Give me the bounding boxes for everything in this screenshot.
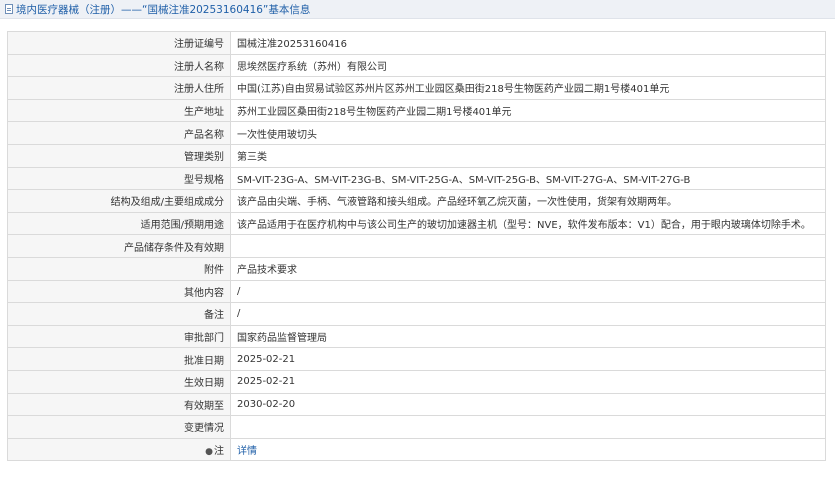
row-value: 2030-02-20 <box>230 392 826 417</box>
row-label: 有效期至 <box>7 392 231 417</box>
row-value: / <box>230 279 826 304</box>
row-value: 产品技术要求 <box>230 256 826 281</box>
note-label: 注 <box>214 445 224 457</box>
row-label: 产品储存条件及有效期 <box>7 234 231 258</box>
row-label: 备注 <box>7 302 231 326</box>
table-row: 型号规格 SM-VIT-23G-A、SM-VIT-23G-B、SM-VIT-25… <box>7 166 826 191</box>
row-value: 该产品由尖端、手柄、气液管路和接头组成。产品经环氧乙烷灭菌，一次性使用，货架有效… <box>230 189 826 213</box>
row-value: 2025-02-21 <box>230 347 826 371</box>
table-row: 注册人住所 中国(江苏)自由贸易试验区苏州片区苏州工业园区桑田街218号生物医药… <box>7 76 826 100</box>
row-value: 一次性使用玻切头 <box>230 121 826 145</box>
row-label: 注册人名称 <box>7 53 231 78</box>
row-label: 审批部门 <box>7 324 231 349</box>
row-label: 注册证编号 <box>7 31 231 55</box>
row-label: 型号规格 <box>7 166 231 191</box>
row-value: 中国(江苏)自由贸易试验区苏州片区苏州工业园区桑田街218号生物医药产业园二期1… <box>230 76 826 100</box>
table-row: 生产地址 苏州工业园区桑田街218号生物医药产业园二期1号楼401单元 <box>7 98 826 123</box>
row-label: 生效日期 <box>7 369 231 394</box>
row-label: 产品名称 <box>7 121 231 145</box>
row-value: / <box>230 302 826 326</box>
row-value <box>230 415 826 439</box>
table-row: 产品储存条件及有效期 <box>7 234 826 258</box>
page-header: 境内医疗器械（注册）——“国械注准20253160416”基本信息 <box>0 0 835 19</box>
row-value: 思埃然医疗系统（苏州）有限公司 <box>230 53 826 78</box>
row-label: 生产地址 <box>7 98 231 123</box>
row-label: 管理类别 <box>7 143 231 168</box>
info-table: 注册证编号 国械注准20253160416 注册人名称 思埃然医疗系统（苏州）有… <box>7 31 826 462</box>
row-value: SM-VIT-23G-A、SM-VIT-23G-B、SM-VIT-25G-A、S… <box>230 166 826 191</box>
table-row: 附件 产品技术要求 <box>7 256 826 281</box>
table-row: 注册人名称 思埃然医疗系统（苏州）有限公司 <box>7 53 826 78</box>
row-value: 国家药品监督管理局 <box>230 324 826 349</box>
page-title: 境内医疗器械（注册）——“国械注准20253160416”基本信息 <box>16 3 311 16</box>
row-value: 该产品适用于在医疗机构中与该公司生产的玻切加速器主机（型号：NVE，软件发布版本… <box>230 211 826 236</box>
table-row: 产品名称 一次性使用玻切头 <box>7 121 826 145</box>
table-row: 批准日期 2025-02-21 <box>7 347 826 371</box>
row-label: 批准日期 <box>7 347 231 371</box>
document-icon <box>5 4 13 14</box>
row-value: 苏州工业园区桑田街218号生物医药产业园二期1号楼401单元 <box>230 98 826 123</box>
row-label: 适用范围/预期用途 <box>7 211 231 236</box>
table-row: 备注 / <box>7 302 826 326</box>
row-label: 变更情况 <box>7 415 231 439</box>
table-row: 适用范围/预期用途 该产品适用于在医疗机构中与该公司生产的玻切加速器主机（型号：… <box>7 211 826 236</box>
lightbulb-icon: ● <box>205 446 213 457</box>
row-label: 结构及组成/主要组成成分 <box>7 189 231 213</box>
row-value: 2025-02-21 <box>230 369 826 394</box>
note-label-cell: ●注 <box>7 437 231 462</box>
row-label: 附件 <box>7 256 231 281</box>
row-value: 第三类 <box>230 143 826 168</box>
table-row: 生效日期 2025-02-21 <box>7 369 826 394</box>
note-row: ●注 详情 <box>7 437 826 462</box>
table-row: 注册证编号 国械注准20253160416 <box>7 31 826 55</box>
table-row: 变更情况 <box>7 415 826 439</box>
table-row: 管理类别 第三类 <box>7 143 826 168</box>
table-row: 其他内容 / <box>7 279 826 304</box>
row-label: 注册人住所 <box>7 76 231 100</box>
table-row: 审批部门 国家药品监督管理局 <box>7 324 826 349</box>
note-value-cell: 详情 <box>230 437 826 462</box>
row-value: 国械注准20253160416 <box>230 31 826 55</box>
details-link[interactable]: 详情 <box>237 446 257 457</box>
table-row: 结构及组成/主要组成成分 该产品由尖端、手柄、气液管路和接头组成。产品经环氧乙烷… <box>7 189 826 213</box>
row-value <box>230 234 826 258</box>
row-label: 其他内容 <box>7 279 231 304</box>
table-row: 有效期至 2030-02-20 <box>7 392 826 417</box>
